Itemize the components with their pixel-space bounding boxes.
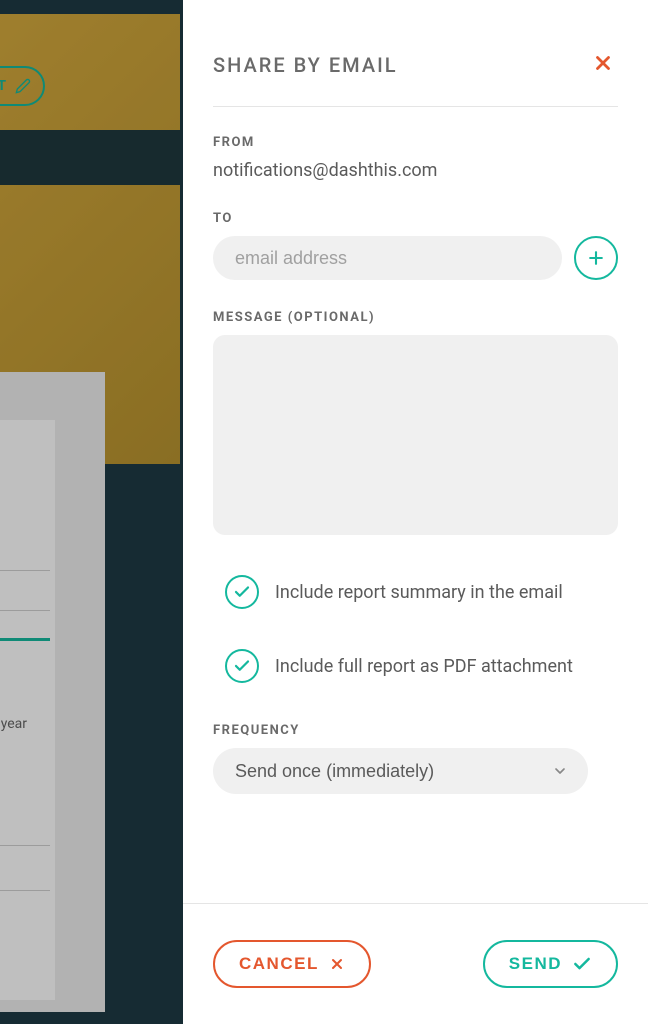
panel-title: SHARE BY EMAIL [213,53,398,77]
cancel-label: CANCEL [239,954,319,974]
message-label: MESSAGE (OPTIONAL) [213,310,618,325]
panel-footer: CANCEL SEND [183,903,648,1024]
email-input[interactable] [213,236,562,280]
option-pdf-label: Include full report as PDF attachment [275,656,573,677]
send-label: SEND [509,954,562,974]
frequency-select-wrap: Send once (immediately) [213,748,618,794]
frequency-select[interactable]: Send once (immediately) [213,748,588,794]
check-icon [233,583,251,601]
from-value: notifications@dashthis.com [213,160,618,181]
option-pdf-row: Include full report as PDF attachment [213,649,618,683]
from-label: FROM [213,135,618,150]
close-icon [329,956,345,972]
panel-header: SHARE BY EMAIL [183,0,648,106]
to-label: TO [213,211,618,226]
plus-icon [586,248,606,268]
cancel-button[interactable]: CANCEL [213,940,371,988]
option-summary-checkbox[interactable] [225,575,259,609]
option-summary-label: Include report summary in the email [275,582,563,603]
check-icon [233,657,251,675]
message-textarea[interactable] [213,335,618,535]
send-button[interactable]: SEND [483,940,618,988]
close-button[interactable] [588,48,618,82]
close-icon [592,52,614,74]
share-email-panel: SHARE BY EMAIL FROM notifications@dashth… [183,0,648,1024]
to-row [213,236,618,280]
panel-body: FROM notifications@dashthis.com TO MESSA… [183,107,648,903]
frequency-label: FREQUENCY [213,723,618,738]
option-summary-row: Include report summary in the email [213,575,618,609]
check-icon [572,954,592,974]
option-pdf-checkbox[interactable] [225,649,259,683]
add-recipient-button[interactable] [574,236,618,280]
